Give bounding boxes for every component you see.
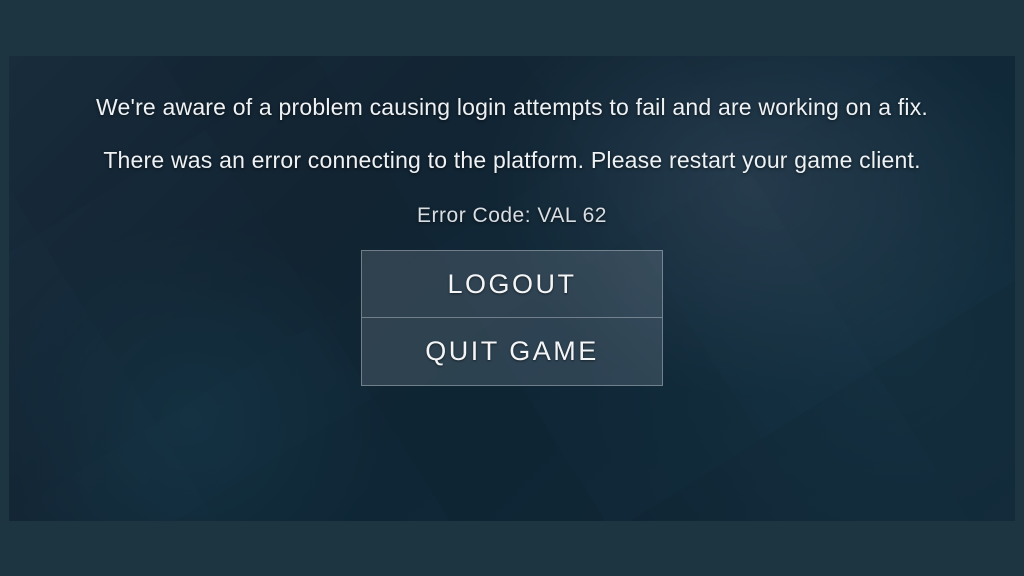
error-code-label: Error Code: VAL 62: [417, 204, 607, 228]
error-dialog-frame: We're aware of a problem causing login a…: [9, 56, 1015, 521]
connection-error-message: There was an error connecting to the pla…: [103, 147, 920, 174]
button-stack: LOGOUT QUIT GAME: [361, 250, 663, 386]
error-content: We're aware of a problem causing login a…: [9, 56, 1015, 521]
awareness-message: We're aware of a problem causing login a…: [96, 94, 928, 121]
quit-game-button[interactable]: QUIT GAME: [361, 318, 663, 386]
logout-button[interactable]: LOGOUT: [361, 250, 663, 318]
